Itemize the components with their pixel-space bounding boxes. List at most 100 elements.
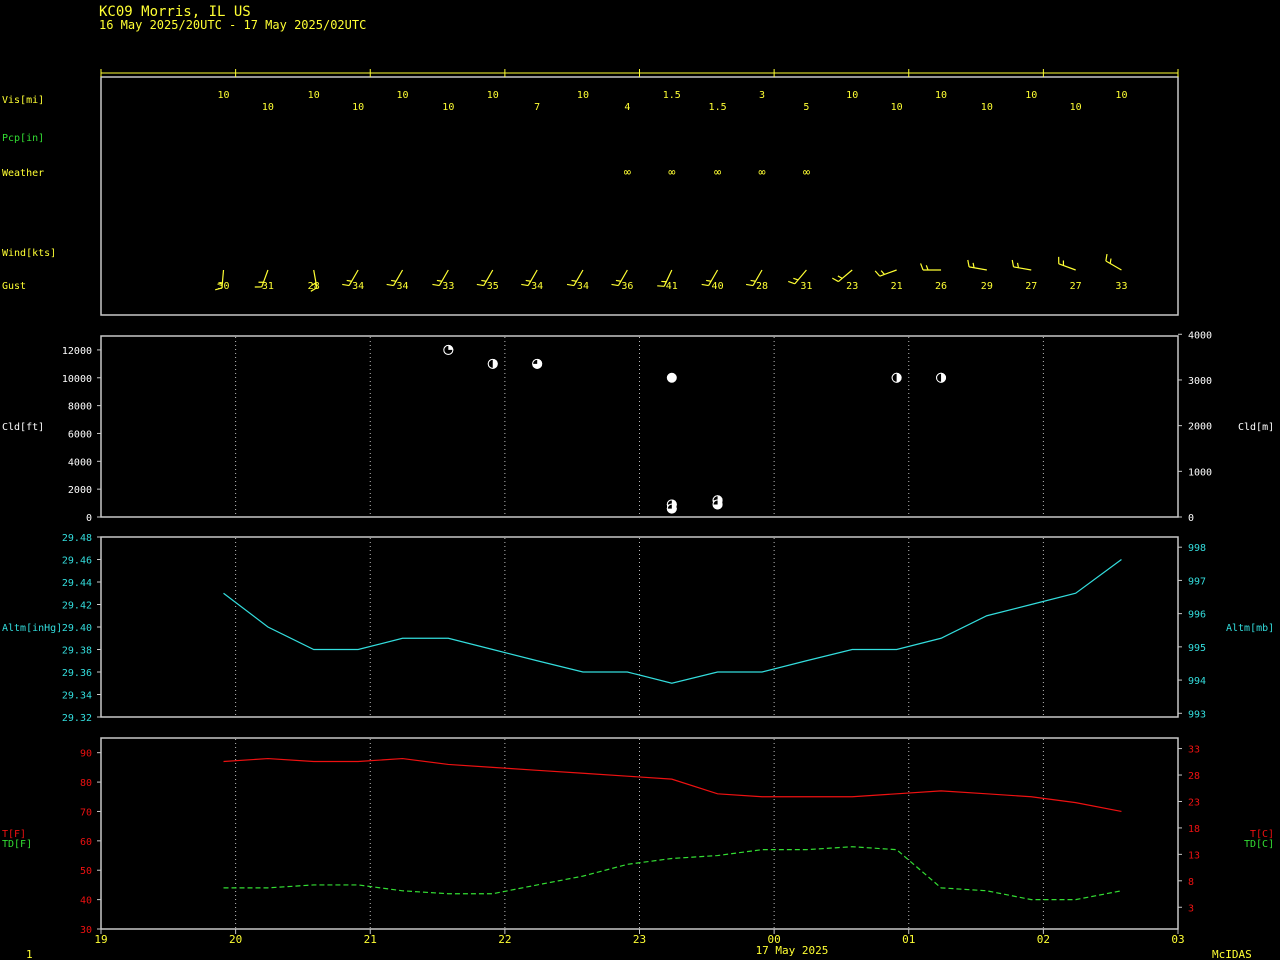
cloud-m-tick: 0 <box>1188 513 1194 524</box>
temperature-line <box>223 757 1122 813</box>
vis-value: 10 <box>352 102 364 113</box>
page-number: 1 <box>26 948 33 960</box>
wind-barb-flag <box>521 283 529 287</box>
wind-barb-staff <box>1013 266 1032 271</box>
gust-value: 33 <box>1115 281 1127 292</box>
altm-mb-tick: 997 <box>1188 576 1206 587</box>
footer: 17 May 2025 1 McIDAS <box>26 944 1252 960</box>
altm-inhg-tick: 29.44 <box>62 578 92 589</box>
cloud-ft-tick: 12000 <box>62 346 92 357</box>
temp-c-tick: 28 <box>1188 771 1200 782</box>
altm-mb-tick: 994 <box>1188 676 1206 687</box>
time-axis: 19 20 21 22 23 00 01 02 03 <box>94 929 1185 946</box>
time-tick-label: 02 <box>1037 933 1050 946</box>
gust-value: 33 <box>442 281 454 292</box>
time-tick-label: 23 <box>633 933 646 946</box>
wind-row-label: Wind[kts] <box>2 248 56 259</box>
cloud-ft-tick: 2000 <box>68 485 92 496</box>
temp-f-tick: 90 <box>80 749 92 760</box>
temp-f-tick: 30 <box>80 925 92 936</box>
weather-fog-symbol: ∞ <box>624 165 631 179</box>
cloud-ft-tick: 10000 <box>62 374 92 385</box>
vis-value: 4 <box>624 102 630 113</box>
cloud-ft-tick: 8000 <box>68 402 92 413</box>
altm-mb-tick: 993 <box>1188 709 1206 720</box>
gust-value: 34 <box>352 281 364 292</box>
weather-fog-symbol: ∞ <box>714 165 721 179</box>
altm-mb-axis-label: Altm[mb] <box>1226 623 1274 634</box>
wind-barb-flag <box>611 283 619 287</box>
temp-f-tick: 80 <box>80 778 92 789</box>
altm-inhg-tick: 29.38 <box>62 646 92 657</box>
wind-barb-half-flag <box>925 265 929 271</box>
cloud-m-tick: 3000 <box>1188 376 1212 387</box>
vis-value: 1.5 <box>709 102 727 113</box>
cloud-ft-tick: 6000 <box>68 429 92 440</box>
time-tick-label: 22 <box>498 933 511 946</box>
vis-value: 10 <box>981 102 993 113</box>
gust-value: 27 <box>1070 281 1082 292</box>
grid-lines <box>235 337 1044 928</box>
gust-value: 34 <box>397 281 409 292</box>
weather-row-label: Weather <box>2 168 44 179</box>
tmp-frame <box>100 737 1179 930</box>
vis-value: 10 <box>262 102 274 113</box>
wind-barb-half-flag <box>837 275 843 279</box>
gust-value: 28 <box>756 281 768 292</box>
cloud-ft-axis-label: Cld[ft] <box>2 422 44 433</box>
wind-barb-flag <box>1105 253 1108 262</box>
wind-barb-half-flag <box>571 279 577 282</box>
vis-row-label: Vis[mi] <box>2 95 44 106</box>
wind-barb-flag <box>476 283 484 287</box>
vis-value: 10 <box>891 102 903 113</box>
time-tick-label: 19 <box>94 933 107 946</box>
vis-value: 10 <box>217 90 229 101</box>
mcidas-credit: McIDAS <box>1212 948 1252 960</box>
wind-barb-staff <box>1105 260 1122 271</box>
gust-value: 35 <box>487 281 499 292</box>
wind-barb-half-flag <box>1109 258 1112 264</box>
altm-mb-tick: 998 <box>1188 543 1206 554</box>
altm-inhg-tick: 29.40 <box>62 623 92 634</box>
cloud-cover-symbol <box>666 372 677 383</box>
gust-value: 29 <box>981 281 993 292</box>
wind-barb-flag <box>832 277 839 283</box>
temp-f-tick: 50 <box>80 866 92 877</box>
wind-barb-half-flag <box>346 279 352 282</box>
pcp-row-label: Pcp[in] <box>2 133 44 144</box>
altm-mb-tick: 995 <box>1188 643 1206 654</box>
time-tick-label: 21 <box>364 933 377 946</box>
vis-value: 10 <box>577 90 589 101</box>
gust-value: 41 <box>666 281 678 292</box>
altm-inhg-tick: 29.48 <box>62 533 92 544</box>
wind-barb-half-flag <box>750 279 756 282</box>
vis-value: 10 <box>397 90 409 101</box>
gust-value: 27 <box>1025 281 1037 292</box>
period-subtitle: 16 May 2025/20UTC - 17 May 2025/02UTC <box>99 18 366 32</box>
wind-barb-flag <box>657 285 665 287</box>
dewpoint-c-axis-label: TD[C] <box>1244 839 1274 850</box>
temp-f-tick: 60 <box>80 837 92 848</box>
vis-value: 10 <box>308 90 320 101</box>
altm-inhg-axis-label: Altm[inHg] <box>2 623 62 634</box>
wind-barb-flag <box>432 283 440 287</box>
weather-fog-symbol: ∞ <box>758 165 765 179</box>
wind-barb-staff <box>838 269 853 283</box>
weather-fog-symbol: ∞ <box>803 165 810 179</box>
date-label: 17 May 2025 <box>756 944 829 957</box>
wind-barb-half-flag <box>793 277 799 281</box>
gust-value: 34 <box>531 281 543 292</box>
altm-mb-tick: 996 <box>1188 610 1206 621</box>
observation-panel: Vis[mi] Pcp[in] Weather Wind[kts] Gust 10 30 10… <box>2 90 1127 292</box>
temp-c-tick: 23 <box>1188 797 1200 808</box>
header: KC09 Morris, IL US 16 May 2025/20UTC - 1… <box>99 4 366 32</box>
gust-value: 26 <box>935 281 947 292</box>
vis-value: 7 <box>534 102 540 113</box>
altm-inhg-tick: 29.36 <box>62 668 92 679</box>
vis-value: 5 <box>803 102 809 113</box>
altm-inhg-tick: 29.34 <box>62 691 92 702</box>
altm-inhg-tick: 29.32 <box>62 713 92 724</box>
vis-value: 10 <box>442 102 454 113</box>
gust-value: 30 <box>217 281 229 292</box>
dewpoint-f-axis-label: TD[F] <box>2 839 32 850</box>
